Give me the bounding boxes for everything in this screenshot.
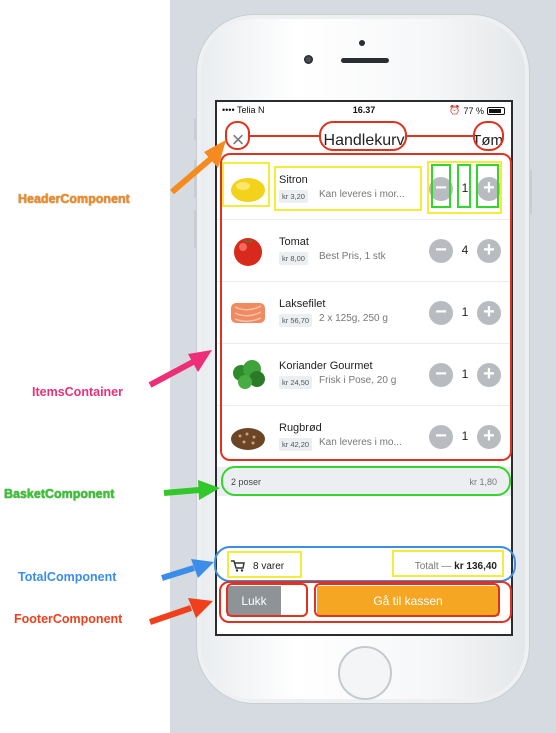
items-container-label: ItemsContainer [32,385,123,399]
items-arrow [148,359,195,388]
header-arrow [170,153,216,195]
basket-component-label: BasketComponent [4,487,115,501]
footer-component-label: FooterComponent [14,612,123,626]
basket-arrow [163,487,200,496]
footer-arrow [149,605,192,625]
total-component-label: TotalComponent [18,570,117,584]
header-component-label: HeaderComponent [18,192,130,206]
footer-arrow-head [188,598,213,618]
total-arrow-head [191,559,214,578]
basket-arrow-head [198,480,220,500]
total-arrow [161,565,195,581]
